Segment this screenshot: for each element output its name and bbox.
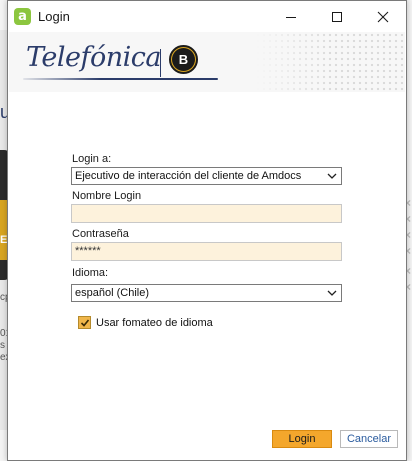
background-badge-accent	[0, 200, 7, 260]
login-a-value: Ejecutivo de interacción del cliente de …	[75, 170, 302, 182]
username-input[interactable]	[71, 204, 342, 223]
chevron-down-icon	[327, 173, 337, 179]
telefonica-logo: Telefónica	[26, 42, 162, 73]
brand-banner: Telefónica B	[9, 32, 405, 92]
password-label: Contraseña	[72, 228, 129, 240]
language-label: Idioma:	[72, 267, 109, 279]
chevron-down-icon	[327, 290, 337, 296]
use-locale-format-option[interactable]: Usar fomateo de idioma	[78, 316, 213, 329]
login-a-select[interactable]: Ejecutivo de interacción del cliente de …	[71, 167, 342, 185]
minimize-icon	[286, 16, 296, 18]
banner-pattern	[255, 32, 405, 92]
close-button[interactable]	[360, 1, 406, 32]
maximize-icon	[332, 11, 342, 22]
background-text-fragment: s	[0, 340, 5, 351]
title-bar[interactable]: a Login	[8, 1, 406, 32]
brand-separator	[160, 49, 161, 77]
product-logo-icon: B	[169, 45, 198, 74]
minimize-button[interactable]	[268, 1, 314, 32]
login-dialog: a Login Telefónica B Login a: Ejecutivo …	[7, 0, 407, 461]
cancel-button[interactable]: Cancelar	[340, 430, 398, 448]
use-locale-format-label: Usar fomateo de idioma	[96, 316, 213, 329]
brand-swoosh	[23, 78, 218, 80]
language-select[interactable]: español (Chile)	[71, 284, 342, 302]
login-button[interactable]: Login	[272, 430, 332, 448]
use-locale-format-checkbox[interactable]	[78, 316, 91, 329]
language-value: español (Chile)	[75, 287, 149, 299]
password-input[interactable]: ******	[71, 242, 342, 261]
username-label: Nombre Login	[72, 190, 142, 202]
maximize-button[interactable]	[314, 1, 360, 32]
close-icon	[377, 11, 389, 22]
window-title: Login	[38, 9, 70, 24]
app-logo-icon: a	[14, 8, 31, 25]
login-a-label: Login a:	[72, 153, 112, 165]
checkmark-icon	[80, 318, 89, 327]
